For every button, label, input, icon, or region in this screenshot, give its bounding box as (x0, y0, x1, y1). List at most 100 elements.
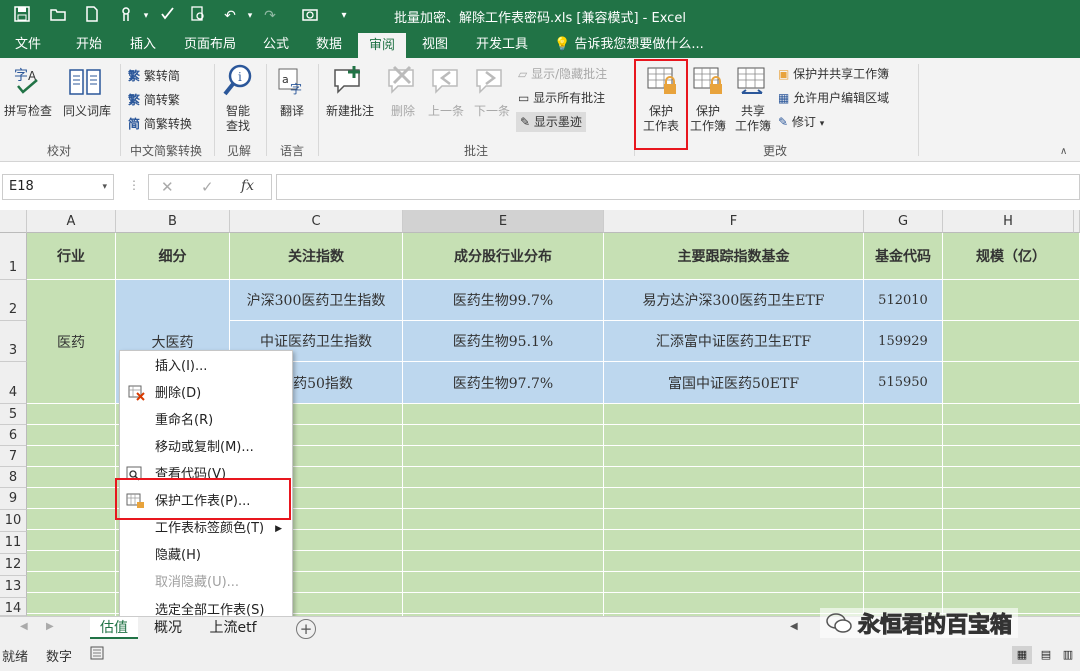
row-header-2[interactable]: 2 (0, 280, 27, 321)
col-header-more[interactable] (1074, 210, 1080, 233)
row-header-5[interactable]: 5 (0, 404, 27, 425)
tab-data[interactable]: 数据 (306, 32, 352, 58)
row-header-7[interactable]: 7 (0, 446, 27, 467)
cell-fund[interactable]: 汇添富中证医药卫生ETF (604, 321, 864, 362)
row-header-3[interactable]: 3 (0, 321, 27, 362)
cell-scale[interactable] (943, 280, 1080, 321)
row-header-4[interactable]: 4 (0, 362, 27, 404)
insert-function-icon[interactable]: fx (241, 178, 254, 194)
row-header-6[interactable]: 6 (0, 425, 27, 446)
watermark: 永恒君的百宝箱 (820, 608, 1019, 639)
cell-distribution[interactable]: 医药生物95.1% (403, 321, 604, 362)
tab-view[interactable]: 视图 (412, 32, 458, 58)
menu-unhide[interactable]: 取消隐藏(U)... (120, 571, 292, 595)
header-distribution[interactable]: 成分股行业分布 (403, 233, 604, 280)
cell-index[interactable]: 沪深300医药卫生指数 (230, 280, 403, 321)
track-changes-button[interactable]: ✎ 修订 ▾ (778, 112, 824, 132)
protect-share-button[interactable]: ▣ 保护并共享工作簿 (778, 64, 889, 84)
allow-edit-icon: ▦ (778, 91, 790, 105)
cell-scale[interactable] (943, 321, 1080, 362)
row-header-10[interactable]: 10 (0, 510, 27, 532)
confirm-icon[interactable]: ✓ (201, 178, 214, 196)
prev-sheet-icon[interactable]: ◀ (20, 621, 28, 632)
col-header-c[interactable]: C (230, 210, 403, 233)
header-industry[interactable]: 行业 (27, 233, 116, 280)
header-index[interactable]: 关注指数 (230, 233, 403, 280)
col-header-e[interactable]: E (403, 210, 604, 233)
cancel-icon[interactable]: ✕ (161, 178, 174, 196)
row-header-11[interactable]: 11 (0, 532, 27, 554)
name-box[interactable]: E18 ▾ (2, 174, 114, 200)
header-scale[interactable]: 规模（亿） (943, 233, 1080, 280)
add-sheet-button[interactable]: + (296, 619, 316, 639)
tab-file[interactable]: 文件 (6, 32, 50, 58)
simp-to-trad-button[interactable]: 繁 简转繁 (128, 90, 180, 110)
cell-code[interactable]: 159929 (864, 321, 943, 362)
collapse-ribbon-icon[interactable]: ∧ (1060, 146, 1067, 157)
sheet-tab-etf[interactable]: 上流etf (198, 617, 268, 639)
menu-hide[interactable]: 隐藏(H) (120, 544, 292, 568)
next-sheet-icon[interactable]: ▶ (46, 621, 54, 632)
menu-move-copy[interactable]: 移动或复制(M)... (120, 436, 292, 460)
tab-page-layout[interactable]: 页面布局 (174, 32, 246, 58)
header-sub[interactable]: 细分 (116, 233, 230, 280)
row-header-14[interactable]: 14 (0, 598, 27, 616)
sheet-tab-valuation[interactable]: 估值 (90, 617, 138, 639)
cell-fund[interactable]: 富国中证医药50ETF (604, 362, 864, 404)
col-header-f[interactable]: F (604, 210, 864, 233)
show-all-comments-button[interactable]: ▭ 显示所有批注 (518, 88, 605, 108)
col-header-g[interactable]: G (864, 210, 943, 233)
cell-industry[interactable]: 医药 (27, 280, 116, 404)
tab-home[interactable]: 开始 (66, 32, 112, 58)
trad-to-simp-button[interactable]: 繁 繁转简 (128, 66, 180, 86)
cell-code[interactable]: 515950 (864, 362, 943, 404)
protect-workbook-button[interactable]: 保护 工作簿 (686, 104, 730, 134)
show-ink-button[interactable]: ✎ 显示墨迹 (516, 112, 586, 132)
cell-scale[interactable] (943, 362, 1080, 404)
sheet-tab-overview[interactable]: 概况 (146, 617, 190, 639)
delete-comment-button[interactable]: 删除 (384, 104, 422, 119)
row-header-13[interactable]: 13 (0, 576, 27, 598)
cell-distribution[interactable]: 医药生物97.7% (403, 362, 604, 404)
page-layout-view-icon[interactable]: ▤ (1036, 646, 1056, 664)
row-header-8[interactable]: 8 (0, 467, 27, 488)
col-header-a[interactable]: A (27, 210, 116, 233)
show-hide-comment-button[interactable]: ▱ 显示/隐藏批注 (518, 64, 607, 84)
cell-distribution[interactable]: 医药生物99.7% (403, 280, 604, 321)
tab-formulas[interactable]: 公式 (254, 32, 298, 58)
header-code[interactable]: 基金代码 (864, 233, 943, 280)
row-header-12[interactable]: 12 (0, 554, 27, 576)
macro-record-icon[interactable] (90, 646, 104, 663)
spell-check-button[interactable]: 拼写检查 (0, 104, 56, 119)
tell-me-box[interactable]: 💡 告诉我您想要做什么... (554, 32, 714, 58)
normal-view-icon[interactable]: ▦ (1012, 646, 1032, 664)
convert-button[interactable]: 简 简繁转换 (128, 114, 192, 134)
select-all-corner[interactable] (0, 210, 27, 233)
menu-delete[interactable]: 删除(D) (120, 382, 292, 406)
formula-input[interactable] (276, 174, 1080, 200)
row-header-1[interactable]: 1 (0, 233, 27, 280)
share-workbook-button[interactable]: 共享 工作簿 (730, 104, 776, 134)
menu-insert[interactable]: 插入(I)... (120, 355, 292, 379)
next-comment-button[interactable]: 下一条 (470, 104, 514, 119)
cell-fund[interactable]: 易方达沪深300医药卫生ETF (604, 280, 864, 321)
thesaurus-button[interactable]: 同义词库 (58, 104, 116, 119)
new-comment-button[interactable]: 新建批注 (320, 104, 380, 119)
smart-lookup-button[interactable]: 智能 查找 (216, 104, 260, 134)
menu-rename[interactable]: 重命名(R) (120, 409, 292, 433)
col-header-b[interactable]: B (116, 210, 230, 233)
translate-button[interactable]: 翻译 (268, 104, 316, 119)
page-break-view-icon[interactable]: ▥ (1058, 646, 1078, 664)
tab-review[interactable]: 审阅 (358, 32, 406, 58)
tab-developer[interactable]: 开发工具 (466, 32, 538, 58)
scroll-left-icon[interactable]: ◀ (790, 621, 798, 632)
header-fund[interactable]: 主要跟踪指数基金 (604, 233, 864, 280)
col-header-h[interactable]: H (943, 210, 1074, 233)
tab-insert[interactable]: 插入 (120, 32, 166, 58)
cell-code[interactable]: 512010 (864, 280, 943, 321)
menu-tab-color[interactable]: 工作表标签颜色(T) ▶ (120, 517, 292, 541)
prev-comment-button[interactable]: 上一条 (424, 104, 468, 119)
row-header-9[interactable]: 9 (0, 488, 27, 510)
chevron-down-icon[interactable]: ▾ (102, 175, 107, 199)
allow-edit-ranges-button[interactable]: ▦ 允许用户编辑区域 (778, 88, 889, 108)
